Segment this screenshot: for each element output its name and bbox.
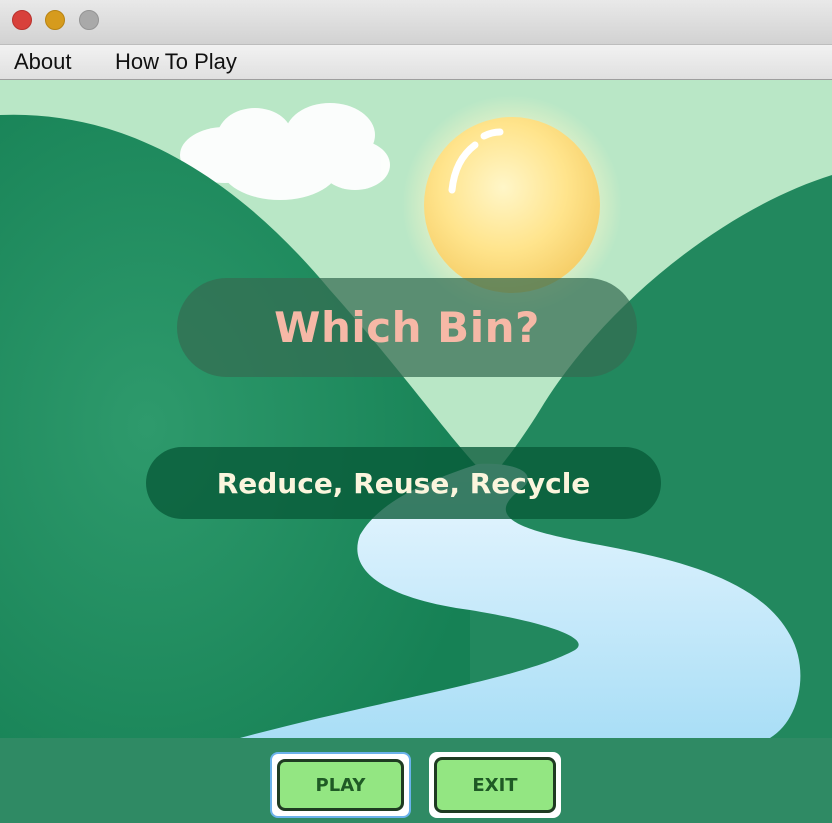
menu-how-to-play[interactable]: How To Play	[115, 49, 237, 75]
exit-button-frame: EXIT	[429, 752, 561, 818]
play-button-frame: PLAY	[270, 752, 411, 818]
game-title: Which Bin?	[274, 303, 540, 352]
minimize-button[interactable]	[45, 10, 65, 30]
title-banner: Which Bin?	[177, 278, 637, 377]
subtitle-banner: Reduce, Reuse, Recycle	[146, 447, 661, 519]
app-window: About How To Play Which Bin? Reduce, Reu…	[0, 0, 832, 823]
title-bar	[0, 0, 832, 45]
game-subtitle: Reduce, Reuse, Recycle	[216, 466, 591, 500]
close-button[interactable]	[12, 10, 32, 30]
menu-bar: About How To Play	[0, 45, 832, 80]
landscape-background	[0, 80, 832, 738]
menu-about[interactable]: About	[14, 49, 72, 75]
play-button[interactable]: PLAY	[277, 759, 404, 811]
zoom-button[interactable]	[79, 10, 99, 30]
exit-button[interactable]: EXIT	[434, 757, 556, 813]
button-bar	[0, 738, 832, 823]
